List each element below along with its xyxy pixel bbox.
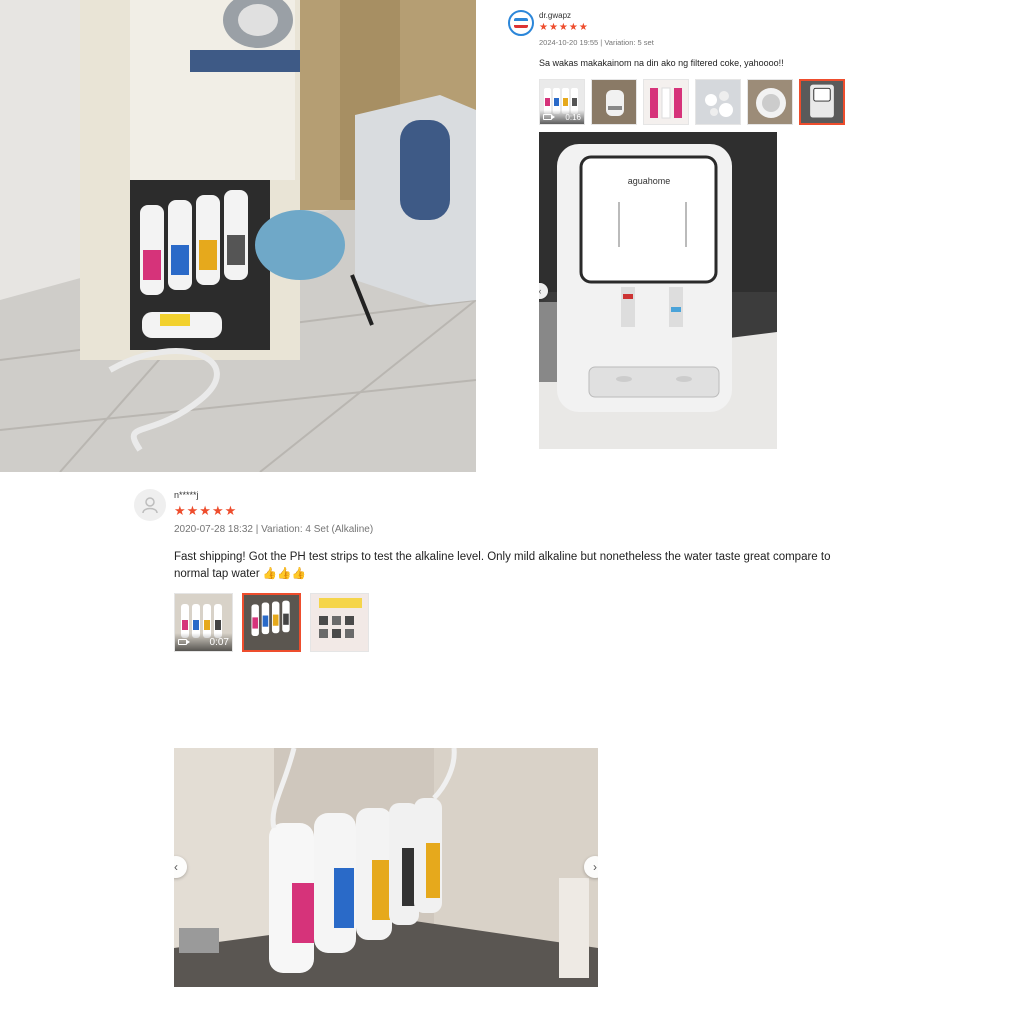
video-duration: 0:16 [565,112,581,122]
media-thumbnail[interactable] [310,593,369,652]
reviewer-avatar[interactable] [134,489,166,521]
review-media-thumbnails: 0:07 [174,593,369,652]
chevron-left-icon: ‹ [539,286,542,296]
video-camera-icon [178,639,190,645]
media-thumbnail-selected[interactable] [242,593,301,652]
media-thumbnail-video[interactable]: 0:07 [174,593,233,652]
review-comment: Sa wakas makakainom na din ako ng filter… [539,58,784,68]
reviewer-avatar[interactable] [508,10,534,36]
review-meta: 2020-07-28 18:32 | Variation: 4 Set (Alk… [174,524,374,535]
chevron-right-icon: › [593,860,597,874]
review-media-thumbnails: 0:16 [539,79,845,125]
media-thumbnail[interactable] [591,79,637,125]
star-rating: ★★★★★ [539,22,589,33]
video-badge: 0:16 [540,110,584,124]
review-comment: Fast shipping! Got the PH test strips to… [174,551,831,580]
review-media-preview[interactable]: aguahome ‹ [539,132,777,449]
star-rating: ★★★★★ [174,503,238,518]
review-meta: 2024-10-20 19:55 | Variation: 5 set [539,38,654,47]
media-thumbnail[interactable] [695,79,741,125]
media-thumbnail[interactable] [643,79,689,125]
review-media-preview[interactable]: ‹ › [174,748,598,987]
reviewer-username: dr.gwapz [539,11,572,20]
user-silhouette-icon [142,497,158,514]
media-thumbnail[interactable] [747,79,793,125]
media-thumbnail-video[interactable]: 0:16 [539,79,585,125]
brand-logo-text: aguahome [628,176,671,186]
reviewer-username: n*****j [174,490,199,500]
chevron-left-icon: ‹ [174,860,178,874]
video-camera-icon [543,114,555,120]
video-duration: 0:07 [209,636,229,648]
media-thumbnail-selected[interactable] [799,79,845,125]
video-badge: 0:07 [175,633,232,651]
dispenser-filters-photo [0,0,476,472]
